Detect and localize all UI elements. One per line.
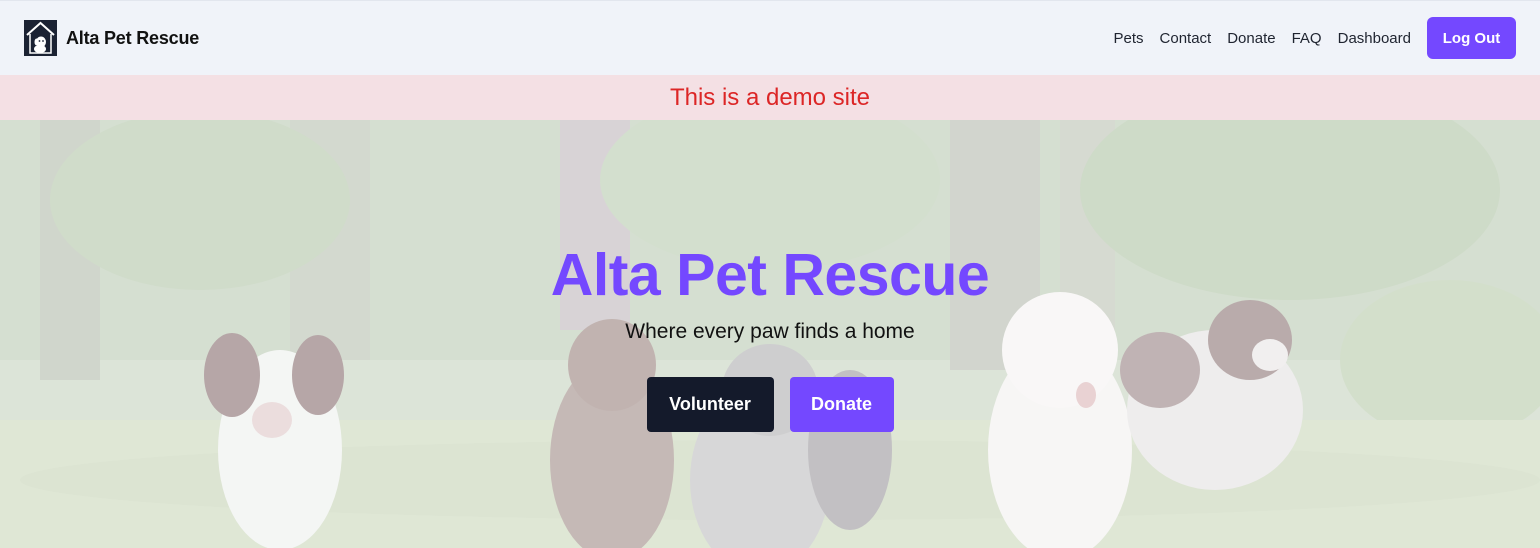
nav-link-pets[interactable]: Pets — [1114, 30, 1144, 47]
dog-house-logo-icon — [24, 20, 57, 56]
brand-name: Alta Pet Rescue — [66, 27, 200, 48]
nav-link-contact[interactable]: Contact — [1160, 30, 1212, 47]
hero-buttons: Volunteer Donate — [646, 377, 894, 432]
volunteer-button[interactable]: Volunteer — [646, 377, 774, 432]
nav-link-dashboard[interactable]: Dashboard — [1338, 30, 1411, 47]
hero-subtitle: Where every paw finds a home — [625, 320, 915, 343]
hero-section: Alta Pet Rescue Where every paw finds a … — [0, 120, 1540, 548]
top-navbar: Alta Pet Rescue Pets Contact Donate FAQ … — [0, 0, 1540, 75]
main-nav: Pets Contact Donate FAQ Dashboard Log Ou… — [1114, 17, 1516, 59]
nav-link-donate[interactable]: Donate — [1227, 30, 1275, 47]
hero-content: Alta Pet Rescue Where every paw finds a … — [0, 240, 1540, 432]
logout-button[interactable]: Log Out — [1427, 17, 1516, 59]
brand-home-link[interactable]: Alta Pet Rescue — [24, 20, 199, 56]
demo-banner-text: This is a demo site — [669, 83, 871, 111]
hero-title: Alta Pet Rescue — [550, 242, 990, 308]
nav-link-faq[interactable]: FAQ — [1292, 30, 1322, 47]
donate-button[interactable]: Donate — [789, 377, 894, 432]
demo-site-banner: This is a demo site — [0, 75, 1540, 120]
